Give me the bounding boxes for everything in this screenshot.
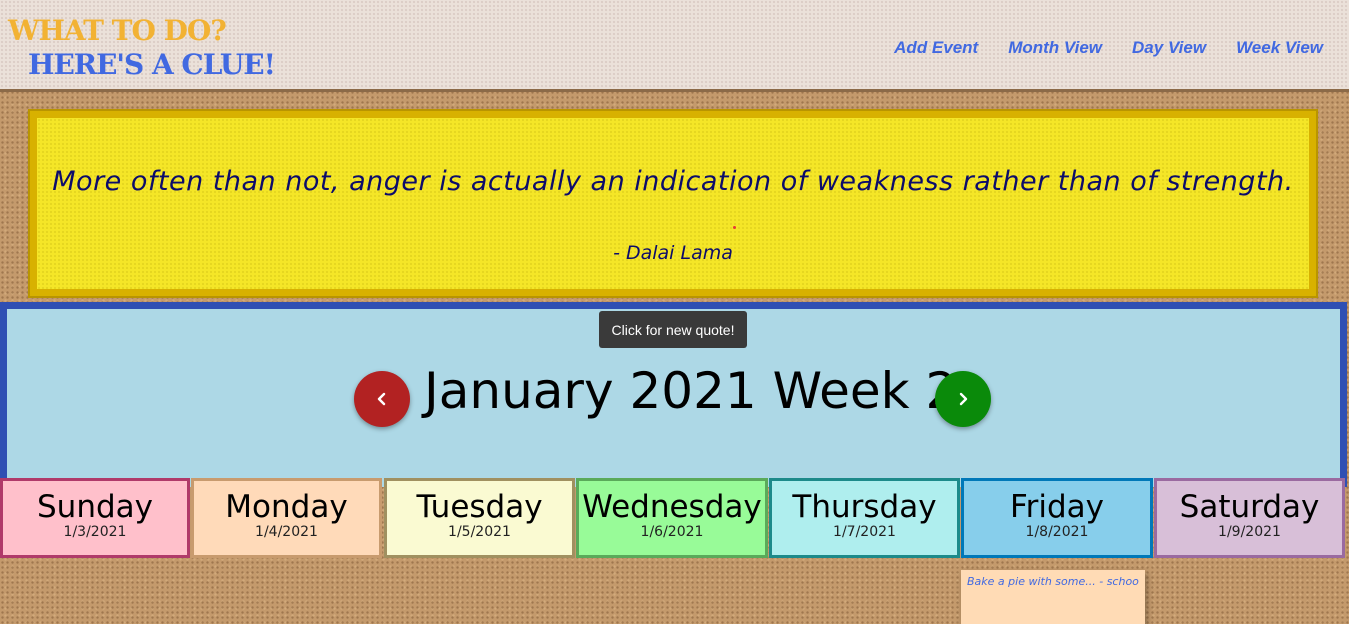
next-week-button[interactable] (935, 371, 991, 427)
red-dot-decoration (733, 226, 736, 229)
quote-author: - Dalai Lama (613, 242, 733, 264)
day-saturday[interactable]: Saturday 1/9/2021 (1154, 478, 1345, 558)
day-date: 1/5/2021 (448, 524, 511, 541)
day-date: 1/7/2021 (833, 524, 896, 541)
chevron-right-icon (959, 392, 968, 406)
day-monday[interactable]: Monday 1/4/2021 (191, 478, 382, 558)
header: WHAT TO DO? HERE'S A CLUE! Add Event Mon… (0, 0, 1349, 92)
day-tuesday[interactable]: Tuesday 1/5/2021 (384, 478, 575, 558)
day-date: 1/8/2021 (1025, 524, 1089, 541)
day-name: Thursday (792, 489, 937, 525)
nav-month-view[interactable]: Month View (1008, 38, 1102, 58)
day-thursday[interactable]: Thursday 1/7/2021 (769, 478, 960, 558)
nav-bar: Add Event Month View Day View Week View (864, 38, 1323, 58)
prev-week-button[interactable] (354, 371, 410, 427)
day-name: Friday (1010, 489, 1104, 525)
day-name: Sunday (37, 489, 153, 525)
new-quote-tooltip: Click for new quote! (599, 311, 747, 348)
day-date: 1/6/2021 (640, 524, 704, 541)
quote-text: More often than not, anger is actually a… (52, 166, 1294, 197)
nav-week-view[interactable]: Week View (1236, 38, 1323, 58)
quote-box[interactable]: More often than not, anger is actually a… (28, 109, 1318, 298)
week-title: January 2021 Week 2 (424, 362, 958, 420)
day-name: Wednesday (582, 489, 762, 525)
day-friday[interactable]: Friday 1/8/2021 (961, 478, 1153, 558)
day-date: 1/3/2021 (63, 524, 127, 541)
day-sunday[interactable]: Sunday 1/3/2021 (0, 478, 190, 558)
brand-line-1[interactable]: WHAT TO DO? (8, 14, 227, 47)
chevron-left-icon (377, 392, 386, 406)
day-name: Monday (225, 489, 348, 525)
event-text: Bake a pie with some... - school (967, 575, 1139, 588)
day-name: Saturday (1179, 489, 1320, 525)
nav-add-event[interactable]: Add Event (894, 38, 978, 58)
nav-day-view[interactable]: Day View (1132, 38, 1206, 58)
day-name: Tuesday (416, 489, 543, 525)
brand-line-2[interactable]: HERE'S A CLUE! (28, 48, 276, 81)
event-note[interactable]: Bake a pie with some... - school (961, 570, 1145, 624)
day-wednesday[interactable]: Wednesday 1/6/2021 (576, 478, 768, 558)
day-date: 1/4/2021 (255, 524, 318, 541)
day-date: 1/9/2021 (1218, 524, 1281, 541)
